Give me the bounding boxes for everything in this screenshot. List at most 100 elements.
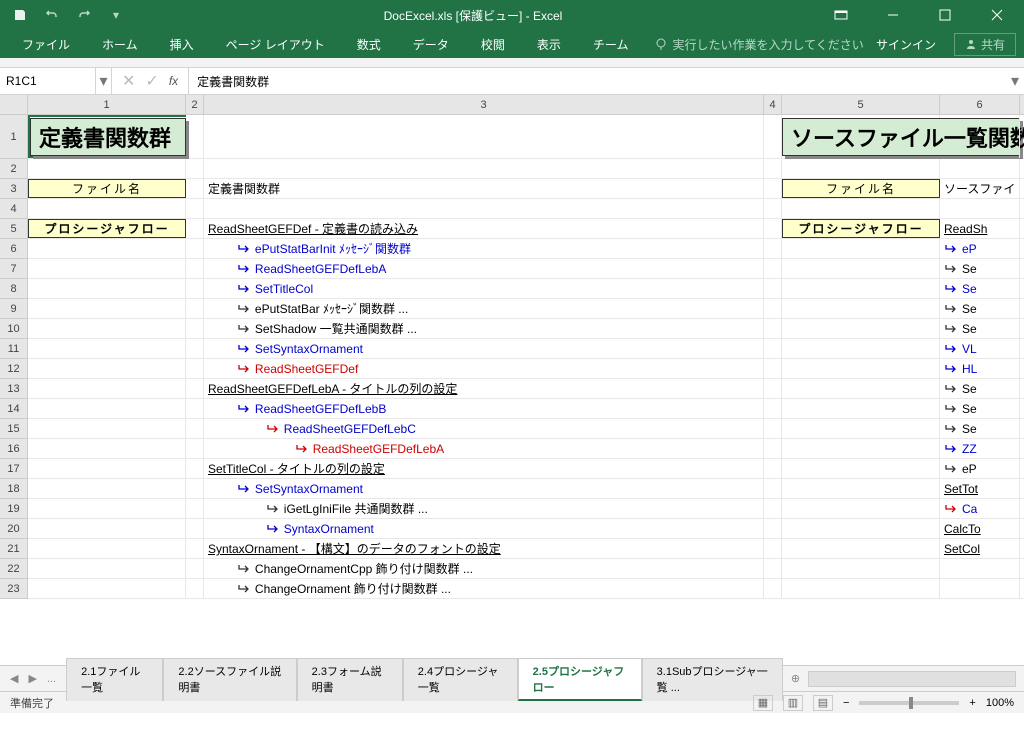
cell[interactable]: ePutStatBarInit ﾒｯｾｰｼﾞ関数群 xyxy=(204,239,764,258)
row-header[interactable]: 8 xyxy=(0,279,27,299)
cell[interactable] xyxy=(764,279,782,298)
row-header[interactable]: 2 xyxy=(0,159,27,179)
cell[interactable] xyxy=(186,459,204,478)
cell[interactable]: VL xyxy=(940,339,1020,358)
cell[interactable] xyxy=(28,459,186,478)
cell[interactable]: ZZ xyxy=(940,439,1020,458)
undo-icon[interactable] xyxy=(40,3,64,27)
tab-ellipsis[interactable]: ... xyxy=(43,673,60,685)
cell[interactable]: Se xyxy=(940,299,1020,318)
tab-formulas[interactable]: 数式 xyxy=(343,31,395,58)
row-header[interactable]: 4 xyxy=(0,199,27,219)
cell[interactable] xyxy=(28,379,186,398)
cell[interactable] xyxy=(940,159,1020,178)
cell[interactable] xyxy=(186,479,204,498)
cell[interactable] xyxy=(28,239,186,258)
cell[interactable] xyxy=(764,239,782,258)
view-normal-icon[interactable]: ▦ xyxy=(753,695,773,711)
cell[interactable] xyxy=(28,279,186,298)
cell[interactable] xyxy=(186,399,204,418)
cell[interactable] xyxy=(186,259,204,278)
cell[interactable] xyxy=(186,439,204,458)
cell[interactable] xyxy=(204,115,764,158)
cell[interactable] xyxy=(28,319,186,338)
row-header[interactable]: 5 xyxy=(0,219,27,239)
cell[interactable]: Ca xyxy=(940,499,1020,518)
cell[interactable] xyxy=(764,379,782,398)
cell[interactable]: ReadSheetGEFDef xyxy=(204,359,764,378)
name-box-dropdown-icon[interactable]: ▾ xyxy=(96,68,112,94)
cell[interactable]: SyntaxOrnament - 【構文】のデータのフォントの設定 xyxy=(204,539,764,558)
share-button[interactable]: 共有 xyxy=(954,33,1016,56)
view-page-layout-icon[interactable]: ▥ xyxy=(783,695,803,711)
cancel-edit-icon[interactable]: ✕ xyxy=(122,71,135,91)
row-header[interactable]: 23 xyxy=(0,579,27,599)
cell[interactable] xyxy=(782,439,940,458)
cell[interactable] xyxy=(28,539,186,558)
horizontal-scrollbar[interactable] xyxy=(808,671,1016,687)
cell[interactable] xyxy=(764,519,782,538)
cell[interactable]: SetSyntaxOrnament xyxy=(204,339,764,358)
qat-dropdown-icon[interactable]: ▾ xyxy=(104,3,128,27)
cell[interactable] xyxy=(764,319,782,338)
zoom-level[interactable]: 100% xyxy=(986,697,1014,709)
row-header[interactable]: 7 xyxy=(0,259,27,279)
tab-data[interactable]: データ xyxy=(399,31,463,58)
cell[interactable]: 定義書関数群 xyxy=(204,179,764,198)
cell[interactable] xyxy=(782,459,940,478)
cell[interactable] xyxy=(764,179,782,198)
row-header[interactable]: 15 xyxy=(0,419,27,439)
zoom-out-icon[interactable]: − xyxy=(843,697,849,709)
cell[interactable] xyxy=(764,299,782,318)
column-header[interactable]: 1 xyxy=(28,95,186,114)
cell[interactable] xyxy=(186,239,204,258)
save-icon[interactable] xyxy=(8,3,32,27)
cell[interactable]: ReadSheetGEFDefLebA xyxy=(204,259,764,278)
cell[interactable] xyxy=(28,299,186,318)
cell[interactable] xyxy=(782,519,940,538)
cell[interactable] xyxy=(764,559,782,578)
cell[interactable]: ReadSheetGEFDefLebB xyxy=(204,399,764,418)
ribbon-options-icon[interactable] xyxy=(818,0,864,30)
cell[interactable] xyxy=(28,359,186,378)
cell[interactable] xyxy=(940,579,1020,598)
tab-review[interactable]: 校閲 xyxy=(467,31,519,58)
row-header[interactable]: 17 xyxy=(0,459,27,479)
row-header[interactable]: 10 xyxy=(0,319,27,339)
cell[interactable]: ReadSheetGEFDefLebC xyxy=(204,419,764,438)
cell[interactable] xyxy=(28,499,186,518)
cell[interactable] xyxy=(764,115,782,158)
cell[interactable]: eP xyxy=(940,239,1020,258)
column-header[interactable]: 6 xyxy=(940,95,1020,114)
cell[interactable] xyxy=(28,399,186,418)
cell[interactable]: HL xyxy=(940,359,1020,378)
cell[interactable] xyxy=(764,579,782,598)
cell[interactable] xyxy=(204,199,764,218)
cell[interactable]: SetTitleCol - タイトルの列の設定 xyxy=(204,459,764,478)
cell[interactable]: SetShadow 一覧共通関数群 ... xyxy=(204,319,764,338)
cell[interactable] xyxy=(764,259,782,278)
cell[interactable]: ReadSheetGEFDefLebA - タイトルの列の設定 xyxy=(204,379,764,398)
cell[interactable]: プロシージャフロー xyxy=(28,219,186,238)
cell[interactable]: Se xyxy=(940,259,1020,278)
cell[interactable] xyxy=(186,379,204,398)
cell[interactable]: ファイル名 xyxy=(28,179,186,198)
cell[interactable] xyxy=(764,359,782,378)
cell[interactable] xyxy=(764,539,782,558)
sign-in-button[interactable]: サインイン xyxy=(868,31,944,58)
tab-team[interactable]: チーム xyxy=(579,31,643,58)
cell[interactable]: ReadSh xyxy=(940,219,1020,238)
cell[interactable] xyxy=(940,115,1020,158)
cell[interactable] xyxy=(782,419,940,438)
cell[interactable]: SetCol xyxy=(940,539,1020,558)
row-header[interactable]: 3 xyxy=(0,179,27,199)
cell[interactable] xyxy=(764,399,782,418)
select-all-corner[interactable] xyxy=(0,95,28,115)
cell[interactable] xyxy=(186,299,204,318)
column-header[interactable]: 5 xyxy=(782,95,940,114)
cell[interactable] xyxy=(782,279,940,298)
cell[interactable]: SyntaxOrnament xyxy=(204,519,764,538)
cell[interactable] xyxy=(28,559,186,578)
view-page-break-icon[interactable]: ▤ xyxy=(813,695,833,711)
cell[interactable] xyxy=(764,499,782,518)
